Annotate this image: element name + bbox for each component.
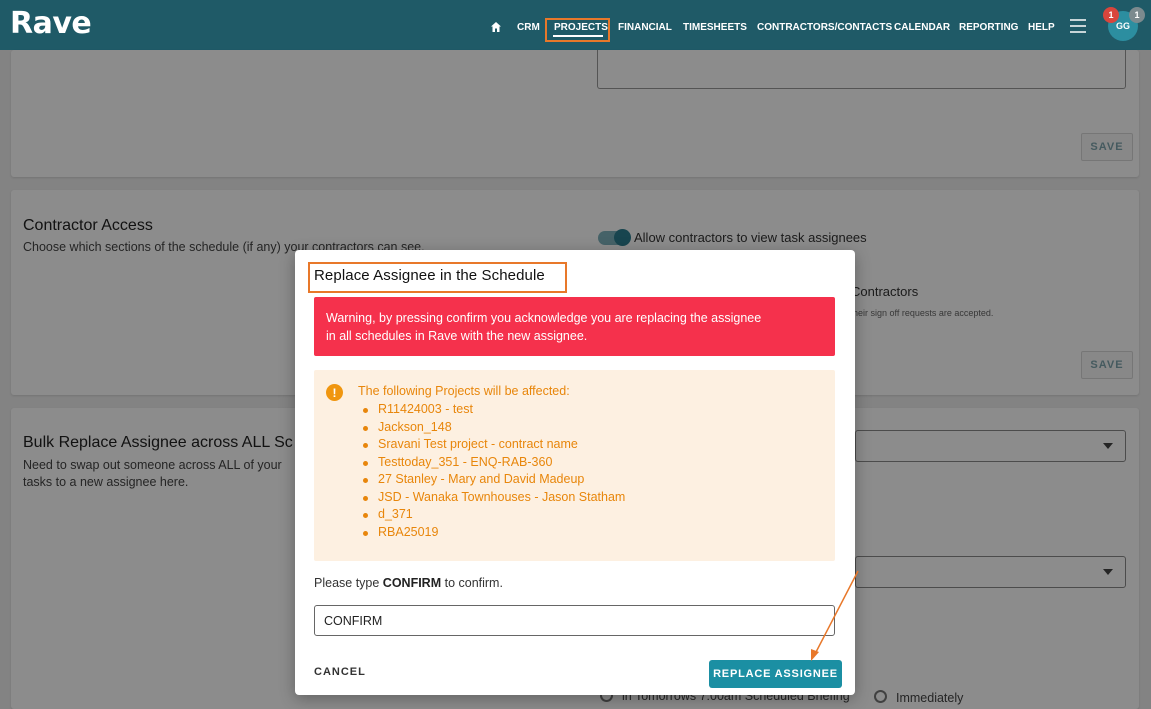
project-item: Jackson_148 — [360, 419, 625, 437]
warning-text-line-1: Warning, by pressing confirm you acknowl… — [326, 311, 762, 325]
nav-financial[interactable]: FINANCIAL — [618, 22, 672, 33]
warning-banner: Warning, by pressing confirm you acknowl… — [314, 297, 835, 356]
confirm-keyword: CONFIRM — [382, 576, 442, 590]
affected-projects-heading: The following Projects will be affected: — [358, 384, 570, 398]
project-item: d_371 — [360, 506, 625, 524]
secondary-badge[interactable]: 1 — [1129, 7, 1145, 23]
confirm-suffix: to confirm. — [441, 576, 503, 590]
affected-projects-list: R11424003 - test Jackson_148 Sravani Tes… — [360, 401, 625, 541]
replace-assignee-button[interactable]: REPLACE ASSIGNEE — [709, 660, 842, 688]
project-item: Sravani Test project - contract name — [360, 436, 625, 454]
project-item: 27 Stanley - Mary and David Madeup — [360, 471, 625, 489]
exclamation-icon: ! — [326, 384, 343, 401]
home-icon[interactable] — [490, 21, 502, 33]
affected-projects-panel: ! The following Projects will be affecte… — [314, 370, 835, 561]
warning-text-line-2: in all schedules in Rave with the new as… — [326, 329, 588, 343]
confirm-prefix: Please type — [314, 576, 383, 590]
nav-projects-highlight — [545, 18, 610, 42]
replace-assignee-dialog: Replace Assignee in the Schedule Warning… — [295, 250, 855, 695]
nav-contractors-contacts[interactable]: CONTRACTORS/CONTACTS — [757, 22, 892, 33]
project-item: R11424003 - test — [360, 401, 625, 419]
nav-crm[interactable]: CRM — [517, 22, 540, 33]
notification-badge[interactable]: 1 — [1103, 7, 1119, 23]
nav-reporting[interactable]: REPORTING — [959, 22, 1018, 33]
confirm-instruction: Please type CONFIRM to confirm. — [314, 576, 503, 590]
project-item: JSD - Wanaka Townhouses - Jason Statham — [360, 489, 625, 507]
nav-calendar[interactable]: CALENDAR — [894, 22, 950, 33]
nav-timesheets[interactable]: TIMESHEETS — [683, 22, 747, 33]
confirm-input[interactable] — [314, 605, 835, 636]
rave-logo[interactable]: Rave — [10, 6, 92, 41]
cancel-button[interactable]: CANCEL — [314, 666, 366, 678]
top-nav-bar: Rave CRM PROJECTS FINANCIAL TIMESHEETS C… — [0, 0, 1151, 50]
hamburger-icon[interactable] — [1070, 19, 1086, 33]
nav-help[interactable]: HELP — [1028, 22, 1055, 33]
project-item: RBA25019 — [360, 524, 625, 542]
project-item: Testtoday_351 - ENQ-RAB-360 — [360, 454, 625, 472]
dialog-title: Replace Assignee in the Schedule — [314, 267, 545, 284]
